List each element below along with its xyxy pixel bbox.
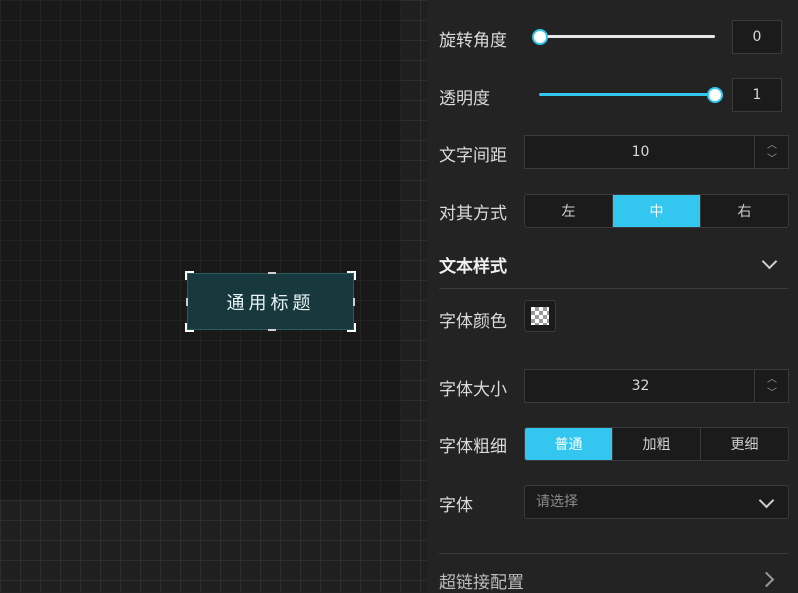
font-weight-normal-option[interactable]: 普通 [525,428,613,460]
resize-handle-bottom-left[interactable] [185,323,194,332]
letter-spacing-label: 文字间距 [439,146,507,166]
align-left-option[interactable]: 左 [525,195,613,227]
font-size-arrows: ︿ ﹀ [754,370,788,402]
section-divider [439,553,788,554]
title-widget-text: 通用标题 [226,292,315,314]
opacity-slider-handle[interactable] [707,87,723,103]
font-family-placeholder: 请选择 [536,494,578,510]
font-size-value: 32 [631,378,650,394]
resize-handle-top-left[interactable] [185,271,194,280]
align-segmented: 左 中 右 [524,194,789,228]
properties-panel: 旋转角度 0 透明度 1 文字间距 10 ︿ ﹀ 对其方式 左 中 右 文本样式… [427,0,798,593]
font-color-picker[interactable] [524,300,556,332]
resize-handle-bottom-right[interactable] [347,323,356,332]
chevron-down-icon[interactable] [761,253,778,270]
rotation-value: 0 [752,29,762,45]
chevron-down-icon [758,492,775,509]
section-divider [439,288,788,289]
hyperlink-config-title[interactable]: 超链接配置 [439,568,524,593]
rotation-input[interactable]: 0 [732,20,782,54]
opacity-slider-track[interactable] [539,93,715,96]
font-color-label: 字体颜色 [439,312,507,332]
font-family-label: 字体 [439,496,473,516]
decrement-icon[interactable]: ﹀ [767,155,777,165]
font-weight-segmented: 普通 加粗 更细 [524,427,789,461]
letter-spacing-value: 10 [631,144,650,160]
rotation-slider-track[interactable] [539,35,715,38]
canvas-stage[interactable] [0,0,401,500]
opacity-input[interactable]: 1 [732,78,782,112]
increment-icon[interactable]: ︿ [767,141,777,151]
font-size-stepper[interactable]: 32 ︿ ﹀ [524,369,789,403]
font-family-select[interactable]: 请选择 [524,485,789,519]
opacity-label: 透明度 [439,89,490,109]
font-weight-light-option[interactable]: 更细 [701,428,788,460]
opacity-value: 1 [752,87,762,103]
title-widget[interactable]: 通用标题 [185,271,356,332]
editor-canvas[interactable]: 通用标题 [0,0,427,592]
resize-handle-top-right[interactable] [347,271,356,280]
letter-spacing-arrows: ︿ ﹀ [754,136,788,168]
rotation-slider-handle[interactable] [532,29,548,45]
font-weight-label: 字体粗细 [439,437,507,457]
chevron-right-icon[interactable] [758,571,775,588]
font-weight-bold-option[interactable]: 加粗 [613,428,701,460]
resize-handle-top[interactable] [268,272,276,274]
align-center-option[interactable]: 中 [613,195,701,227]
text-style-title: 文本样式 [439,257,507,277]
resize-handle-left[interactable] [186,298,188,306]
align-right-option[interactable]: 右 [701,195,788,227]
increment-icon[interactable]: ︿ [767,375,777,385]
letter-spacing-stepper[interactable]: 10 ︿ ﹀ [524,135,789,169]
rotation-label: 旋转角度 [439,31,507,51]
resize-handle-bottom[interactable] [268,329,276,331]
decrement-icon[interactable]: ﹀ [767,389,777,399]
align-label: 对其方式 [439,204,507,224]
resize-handle-right[interactable] [353,298,355,306]
transparent-swatch-icon [531,307,549,325]
font-size-label: 字体大小 [439,380,507,400]
